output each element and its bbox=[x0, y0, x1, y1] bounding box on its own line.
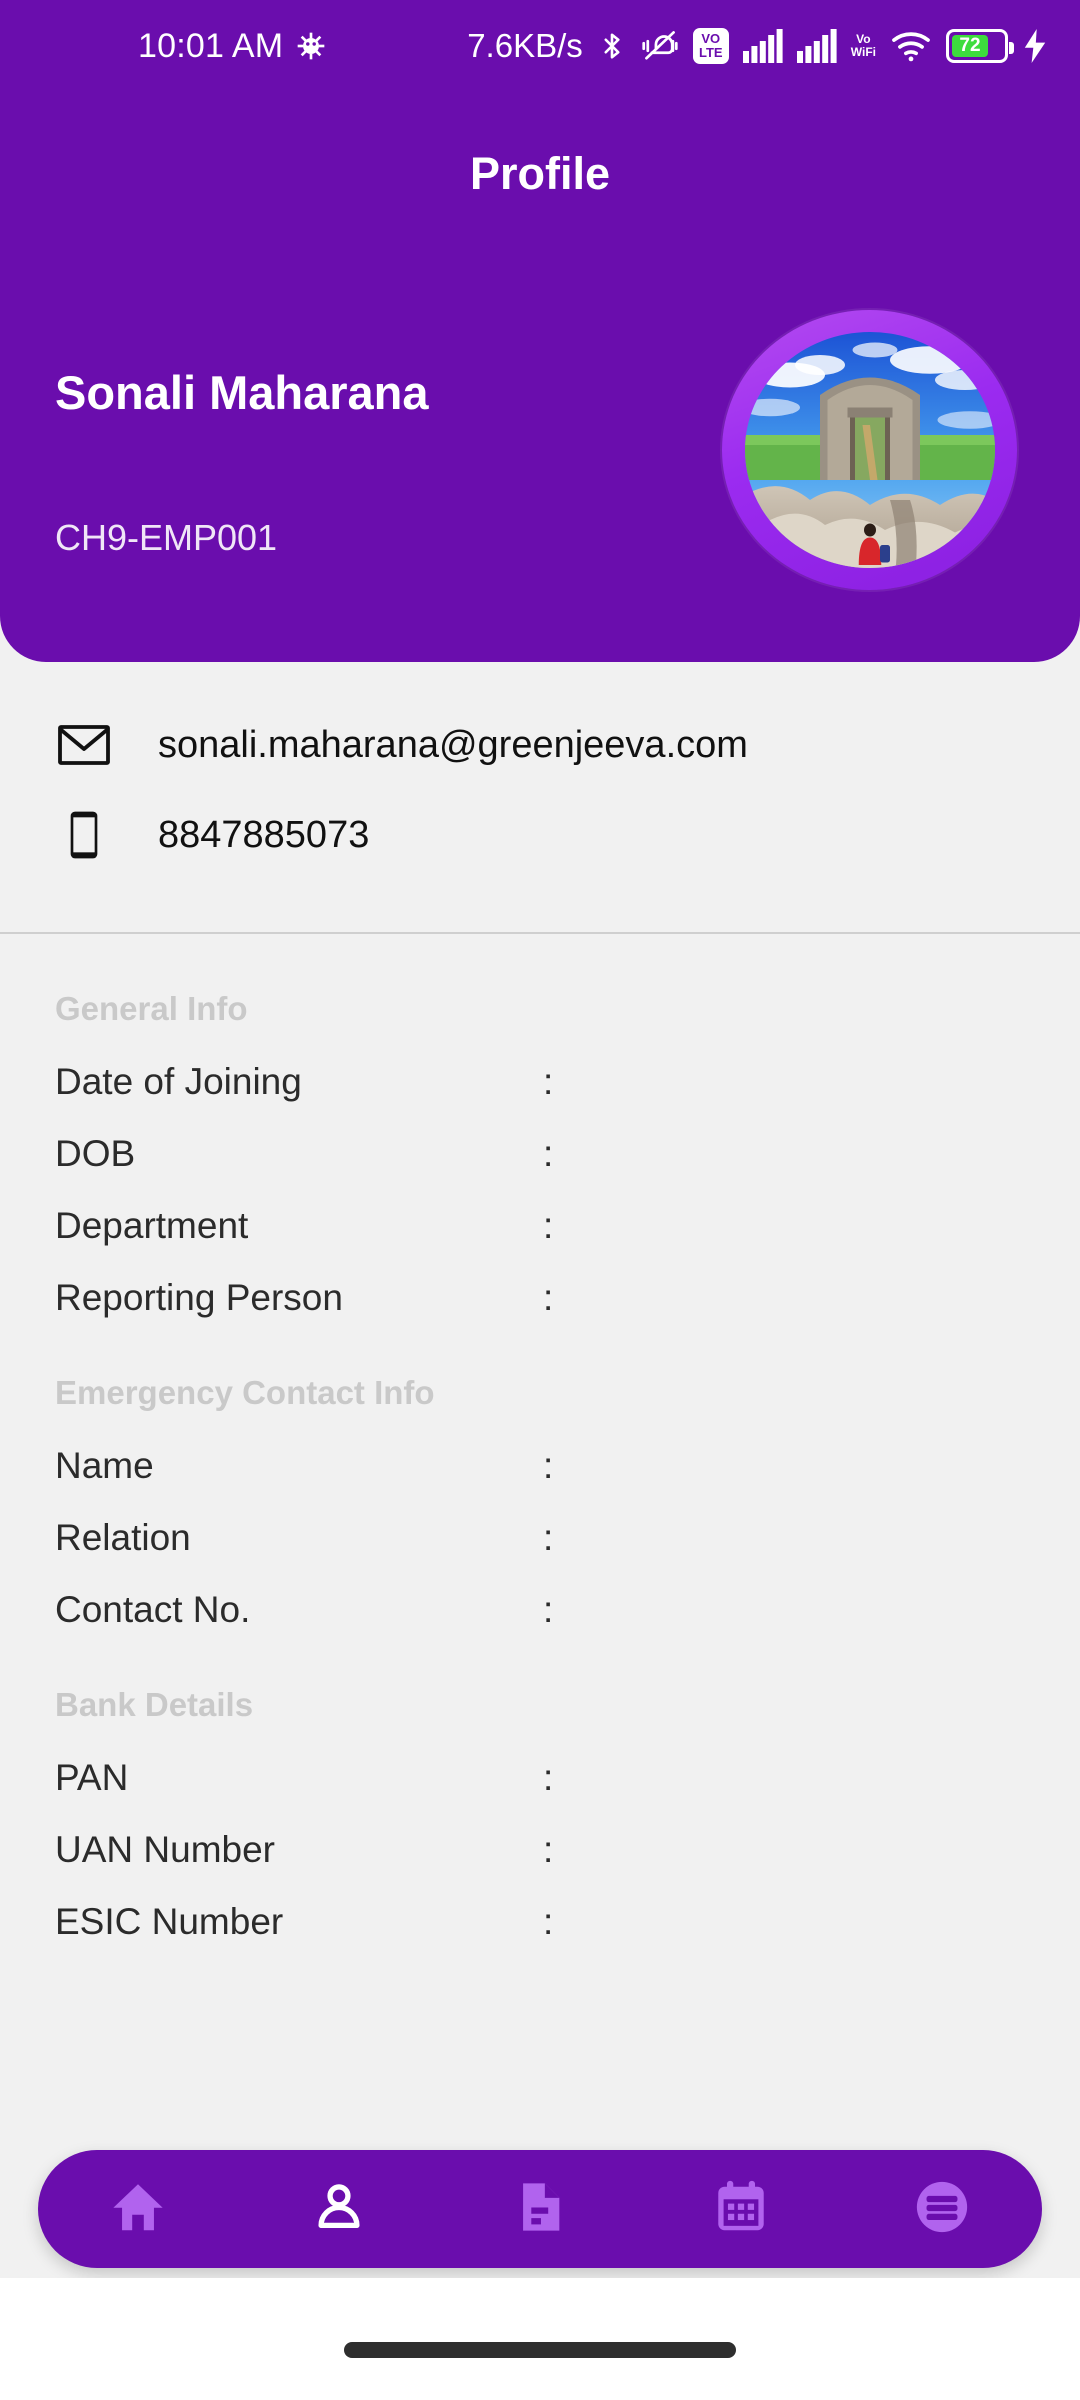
detail-row: PAN : bbox=[0, 1742, 1080, 1814]
vibrate-off-icon bbox=[641, 29, 679, 63]
detail-row: Date of Joining : bbox=[0, 1046, 1080, 1118]
section-title-general-info: General Info bbox=[55, 990, 248, 1027]
section-general-info: General Info Date of Joining : DOB : Dep… bbox=[0, 990, 1080, 1334]
person-icon bbox=[310, 2178, 368, 2241]
employee-name: Sonali Maharana bbox=[55, 366, 429, 419]
status-bar-right: 7.6KB/s VO LTE Vo WiFi 72 bbox=[467, 27, 1048, 65]
detail-label: PAN bbox=[55, 1757, 129, 1798]
detail-label: Relation bbox=[55, 1517, 191, 1558]
detail-label: UAN Number bbox=[55, 1829, 275, 1870]
detail-separator: : bbox=[543, 1133, 554, 1174]
bottom-navigation-bar bbox=[38, 2150, 1042, 2268]
detail-row: ESIC Number : bbox=[0, 1886, 1080, 1958]
status-bar: 10:01 AM 7.6KB/s VO LTE Vo WiFi 72 bbox=[0, 0, 1080, 92]
detail-row: Relation : bbox=[0, 1502, 1080, 1574]
detail-label: Contact No. bbox=[55, 1589, 251, 1630]
detail-row: Reporting Person : bbox=[0, 1262, 1080, 1334]
email-icon bbox=[58, 725, 120, 765]
detail-row: UAN Number : bbox=[0, 1814, 1080, 1886]
email-value: sonali.maharana@greenjeeva.com bbox=[158, 723, 748, 766]
network-speed-label: 7.6KB/s bbox=[467, 27, 583, 64]
wifi-icon bbox=[890, 29, 932, 63]
avatar-scenery-image bbox=[744, 332, 995, 568]
volte-icon: VO LTE bbox=[692, 28, 729, 64]
nav-item-calendar[interactable] bbox=[666, 2150, 816, 2268]
profile-screen: 10:01 AM 7.6KB/s VO LTE Vo WiFi 72 Profi… bbox=[0, 0, 1080, 2400]
volte-bottom-label: LTE bbox=[698, 45, 723, 60]
section-divider bbox=[0, 932, 1080, 934]
bluetooth-icon bbox=[597, 29, 627, 63]
nav-item-menu[interactable] bbox=[867, 2150, 1017, 2268]
detail-separator: : bbox=[543, 1517, 554, 1558]
detail-separator: : bbox=[543, 1829, 554, 1870]
detail-separator: : bbox=[543, 1205, 554, 1246]
detail-row: DOB : bbox=[0, 1118, 1080, 1190]
status-bar-left: 10:01 AM bbox=[138, 27, 327, 66]
detail-separator: : bbox=[543, 1589, 554, 1630]
nav-item-profile[interactable] bbox=[264, 2150, 414, 2268]
detail-separator: : bbox=[543, 1445, 554, 1486]
detail-separator: : bbox=[543, 1757, 554, 1798]
charging-bolt-icon bbox=[1022, 29, 1048, 63]
system-gesture-area bbox=[0, 2278, 1080, 2400]
vowifi-icon: Vo WiFi bbox=[851, 28, 876, 64]
section-bank-details: Bank Details PAN : UAN Number : ESIC Num… bbox=[0, 1686, 1080, 1958]
signal-bars-icon bbox=[742, 29, 783, 63]
detail-label: Date of Joining bbox=[55, 1061, 302, 1102]
phone-value: 8847885073 bbox=[158, 813, 370, 856]
battery-icon: 72 bbox=[946, 29, 1014, 63]
contact-info-block: sonali.maharana@greenjeeva.com 884788507… bbox=[0, 700, 1080, 880]
nav-item-documents[interactable] bbox=[465, 2150, 615, 2268]
detail-row: Department : bbox=[0, 1190, 1080, 1262]
nav-item-home[interactable] bbox=[63, 2150, 213, 2268]
detail-separator: : bbox=[543, 1061, 554, 1102]
document-icon bbox=[511, 2178, 569, 2241]
detail-label: ESIC Number bbox=[55, 1901, 284, 1942]
avatar-photo bbox=[744, 332, 995, 568]
detail-label: Department bbox=[55, 1205, 249, 1246]
vowifi-bottom-label: WiFi bbox=[850, 45, 876, 59]
section-title-emergency-contact-info: Emergency Contact Info bbox=[55, 1374, 435, 1411]
profile-details: General Info Date of Joining : DOB : Dep… bbox=[0, 990, 1080, 1972]
detail-label: Name bbox=[55, 1445, 154, 1486]
gesture-handle[interactable] bbox=[344, 2342, 736, 2358]
phone-row[interactable]: 8847885073 bbox=[0, 790, 1080, 880]
email-row[interactable]: sonali.maharana@greenjeeva.com bbox=[0, 700, 1080, 790]
calendar-icon bbox=[712, 2178, 770, 2241]
avatar[interactable] bbox=[722, 310, 1017, 590]
detail-label: Reporting Person bbox=[55, 1277, 343, 1318]
home-icon bbox=[109, 2178, 167, 2241]
page-title: Profile bbox=[469, 148, 611, 199]
employee-id: CH9-EMP001 bbox=[55, 517, 278, 558]
android-head-icon bbox=[295, 30, 327, 62]
detail-separator: : bbox=[543, 1901, 554, 1942]
battery-percent-label: 72 bbox=[952, 35, 988, 57]
signal-bars-icon bbox=[796, 29, 837, 63]
phone-icon bbox=[58, 810, 120, 860]
section-emergency-contact-info: Emergency Contact Info Name : Relation :… bbox=[0, 1374, 1080, 1646]
volte-top-label: VO bbox=[701, 31, 721, 46]
detail-row: Name : bbox=[0, 1430, 1080, 1502]
detail-row: Contact No. : bbox=[0, 1574, 1080, 1646]
menu-icon bbox=[913, 2178, 971, 2241]
section-title-bank-details: Bank Details bbox=[55, 1686, 254, 1723]
status-bar-clock: 10:01 AM bbox=[138, 26, 284, 65]
detail-separator: : bbox=[543, 1277, 554, 1318]
detail-label: DOB bbox=[55, 1133, 136, 1174]
